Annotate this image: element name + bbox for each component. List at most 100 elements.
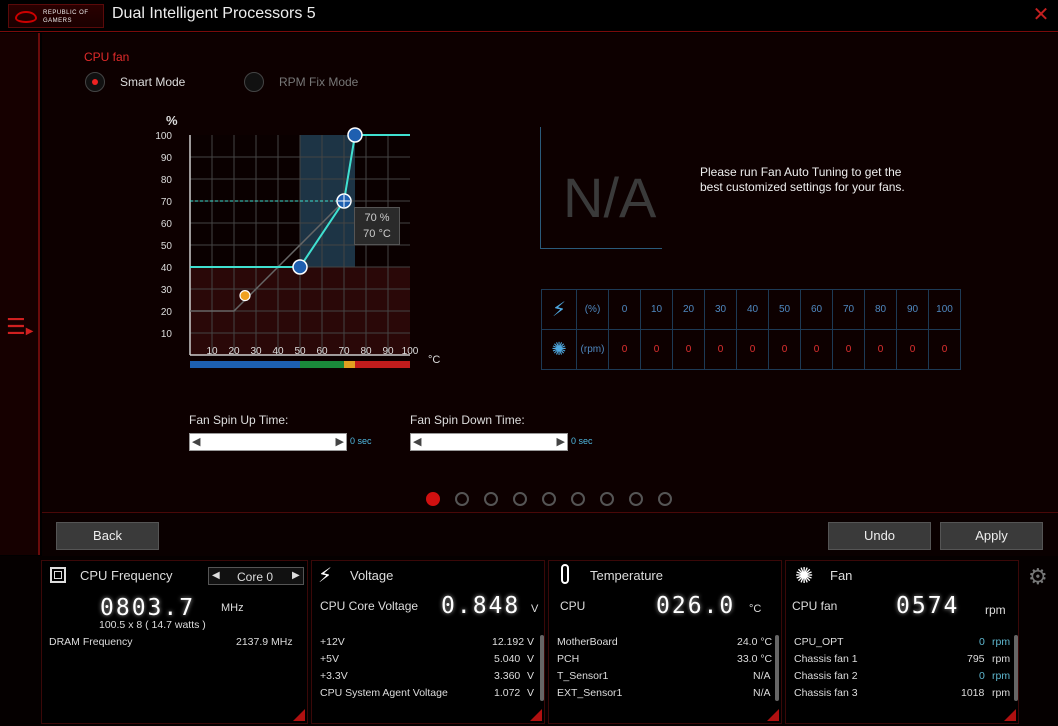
sidebar: ☰▶ — [0, 33, 40, 555]
cpu-frequency-unit: MHz — [221, 602, 244, 614]
action-bar: Back Undo Apply — [42, 512, 1058, 556]
rpm-cell: 0 — [928, 329, 961, 370]
dram-value: 2137.9 MHz — [236, 636, 293, 648]
voltage-row-label: +5V — [320, 653, 339, 665]
right-arrow-icon[interactable]: ▶ — [292, 570, 300, 581]
rpm-cell: 0 — [672, 329, 705, 370]
slider-left-arrow-icon[interactable]: ◀ — [192, 435, 200, 448]
fan-icon: ✺ — [795, 563, 814, 588]
pct-cell: 60 — [800, 289, 833, 330]
temperature-panel[interactable]: Temperature CPU 026.0 °C MotherBoard 24.… — [548, 560, 782, 724]
cpu-fan-unit: rpm — [985, 603, 1006, 617]
y-tick-label: 50 — [161, 241, 173, 252]
page-dot[interactable] — [658, 492, 672, 506]
x-tick-label: 90 — [382, 346, 394, 357]
apply-button[interactable]: Apply — [940, 522, 1043, 550]
tuning-na: N/A — [563, 166, 657, 229]
cpu-frequency-detail: 100.5 x 8 ( 14.7 watts ) — [99, 619, 206, 631]
voltage-row-unit: V — [527, 636, 535, 648]
y-tick-label: 60 — [161, 219, 173, 230]
close-icon[interactable]: ✕ — [1030, 4, 1052, 26]
rpm-cell: 0 — [704, 329, 737, 370]
x-tick-label: 80 — [360, 346, 372, 357]
lightning-icon: ⚡ — [541, 289, 577, 330]
x-axis-label: °C — [428, 354, 440, 366]
curve-control-point[interactable] — [292, 259, 308, 275]
curve-control-point[interactable] — [347, 127, 363, 143]
voltage-title: Voltage — [350, 568, 394, 583]
scrollbar[interactable] — [1014, 635, 1018, 701]
rpm-cell: 0 — [832, 329, 865, 370]
voltage-panel[interactable]: ⚡ Voltage CPU Core Voltage 0.848 V +12V … — [311, 560, 545, 724]
temp-row-value: 33.0 °C — [737, 653, 773, 665]
current-speed-point — [239, 290, 251, 302]
cpu-fan-value: 0574 — [896, 593, 960, 619]
slider-right-arrow-icon[interactable]: ▶ — [557, 435, 565, 448]
x-tick-label: 50 — [294, 346, 306, 357]
cpu-frequency-value: 0803.7 — [100, 595, 196, 621]
y-tick-label: 40 — [161, 263, 173, 274]
back-button[interactable]: Back — [56, 522, 159, 550]
temp-band — [300, 361, 344, 368]
fan-curve-chart[interactable]: 10 20 30 40 50 60 70 80 90 100 100 90 80 70 60 50 40 30 20… — [142, 105, 452, 395]
page-dot[interactable] — [629, 492, 643, 506]
rpm-fix-mode-label: RPM Fix Mode — [279, 75, 359, 89]
spin-up-slider[interactable]: ◀ ▶ — [189, 433, 347, 451]
temp-band — [355, 361, 410, 368]
voltage-row-value: 5.040 — [494, 653, 521, 665]
page-dot[interactable] — [513, 492, 527, 506]
voltage-row-unit: V — [527, 653, 535, 665]
temp-row-value: 24.0 °C — [737, 636, 773, 648]
fan-panel[interactable]: ✺ Fan CPU fan 0574 rpm CPU_OPT 0 rpm Cha… — [785, 560, 1019, 724]
page-dot[interactable] — [600, 492, 614, 506]
rpm-fix-mode-radio[interactable] — [244, 72, 264, 92]
y-tick-label: 70 — [161, 197, 173, 208]
fan-row-unit: rpm — [992, 670, 1011, 682]
pct-cell: 90 — [896, 289, 929, 330]
page-dot[interactable] — [484, 492, 498, 506]
left-arrow-icon[interactable]: ◀ — [212, 570, 220, 581]
scrollbar[interactable] — [540, 635, 544, 701]
scrollbar[interactable] — [775, 635, 779, 701]
voltage-row-label: +3.3V — [320, 670, 348, 682]
cpu-frequency-panel[interactable]: CPU Frequency ◀ Core 0 ▶ 0803.7 MHz 100.… — [41, 560, 308, 724]
page-dot[interactable] — [571, 492, 585, 506]
cpu-temp-value: 026.0 — [656, 593, 736, 619]
y-tick-label: 10 — [161, 329, 173, 340]
expand-icon[interactable] — [1004, 709, 1016, 721]
temp-band — [190, 361, 300, 368]
expand-icon[interactable] — [530, 709, 542, 721]
undo-button[interactable]: Undo — [828, 522, 931, 550]
page-dot[interactable] — [542, 492, 556, 506]
fan-settings-panel: CPU fan Smart Mode RPM Fix Mode 10 20 30 40… — [42, 33, 1058, 555]
core-voltage-label: CPU Core Voltage — [320, 599, 419, 613]
fan-row-unit: rpm — [992, 687, 1011, 699]
x-tick-label: 10 — [206, 346, 218, 357]
rpm-cell: 0 — [608, 329, 641, 370]
settings-gear-icon[interactable]: ⚙ — [1028, 564, 1048, 590]
rog-logo: REPUBLIC OF GAMERS — [8, 4, 104, 28]
expand-icon[interactable] — [767, 709, 779, 721]
smart-mode-radio[interactable] — [85, 72, 105, 92]
fan-row-unit: rpm — [992, 653, 1011, 665]
fan-row-unit: rpm — [992, 636, 1011, 648]
expand-icon[interactable] — [293, 709, 305, 721]
menu-icon[interactable]: ☰▶ — [6, 316, 36, 338]
x-tick-label: 20 — [228, 346, 240, 357]
temp-row-label: MotherBoard — [557, 636, 618, 648]
core-selector-value: Core 0 — [237, 570, 274, 584]
core-selector[interactable]: ◀ Core 0 ▶ — [208, 567, 304, 585]
voltage-row-unit: V — [527, 687, 535, 699]
spin-up-label: Fan Spin Up Time: — [189, 413, 289, 427]
page-dot[interactable] — [426, 492, 440, 506]
page-dot[interactable] — [455, 492, 469, 506]
slider-right-arrow-icon[interactable]: ▶ — [336, 435, 344, 448]
fan-icon: ✺ — [541, 329, 577, 370]
fan-row-value: 795 — [967, 653, 985, 665]
y-axis-label: % — [166, 113, 178, 128]
pct-cell: 50 — [768, 289, 801, 330]
core-voltage-value: 0.848 — [441, 593, 521, 619]
spin-down-slider[interactable]: ◀ ▶ — [410, 433, 568, 451]
pct-cell: 40 — [736, 289, 769, 330]
slider-left-arrow-icon[interactable]: ◀ — [413, 435, 421, 448]
